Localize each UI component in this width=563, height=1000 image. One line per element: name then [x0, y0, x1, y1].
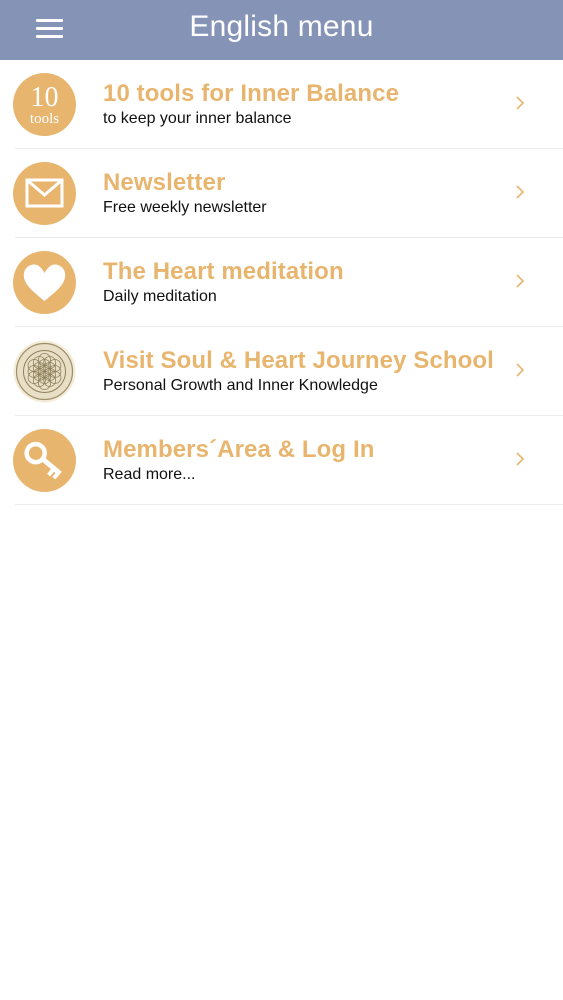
menu-item-title: Visit Soul & Heart Journey School [103, 347, 494, 374]
menu-item-title: Newsletter [103, 169, 226, 196]
app-screen: English menu 10 tools 10 tools for Inner… [0, 0, 563, 1000]
flower-of-life-icon [13, 340, 76, 403]
menu-item-soul-heart-school[interactable]: Visit Soul & Heart Journey School Person… [0, 327, 563, 416]
menu-list: 10 tools 10 tools for Inner Balance to k… [0, 60, 563, 505]
menu-item-subtitle: Personal Growth and Inner Knowledge [103, 377, 378, 394]
menu-item-newsletter[interactable]: Newsletter Free weekly newsletter [0, 149, 563, 238]
menu-item-title: 10 tools for Inner Balance [103, 80, 400, 107]
heart-icon [13, 251, 76, 314]
key-icon [13, 429, 76, 492]
chevron-right-icon [513, 361, 527, 379]
menu-item-heart-meditation[interactable]: The Heart meditation Daily meditation [0, 238, 563, 327]
menu-item-10-tools[interactable]: 10 tools 10 tools for Inner Balance to k… [0, 60, 563, 149]
menu-item-subtitle: Free weekly newsletter [103, 199, 267, 216]
page-title: English menu [189, 10, 374, 43]
ten-tools-icon-word: tools [30, 111, 59, 127]
menu-item-subtitle: Read more... [103, 466, 196, 483]
navigation-bar: English menu [0, 0, 563, 60]
ten-tools-icon-number: 10 [31, 82, 59, 113]
menu-item-title: The Heart meditation [103, 258, 344, 285]
chevron-right-icon [513, 94, 527, 112]
chevron-right-icon [513, 272, 527, 290]
chevron-right-icon [513, 183, 527, 201]
envelope-icon [13, 162, 76, 225]
menu-item-subtitle: to keep your inner balance [103, 110, 292, 127]
menu-item-subtitle: Daily meditation [103, 288, 217, 305]
chevron-right-icon [513, 450, 527, 468]
menu-item-title: Members´Area & Log In [103, 436, 375, 463]
menu-item-members-area[interactable]: Members´Area & Log In Read more... [0, 416, 563, 505]
ten-tools-icon: 10 tools [13, 73, 76, 136]
